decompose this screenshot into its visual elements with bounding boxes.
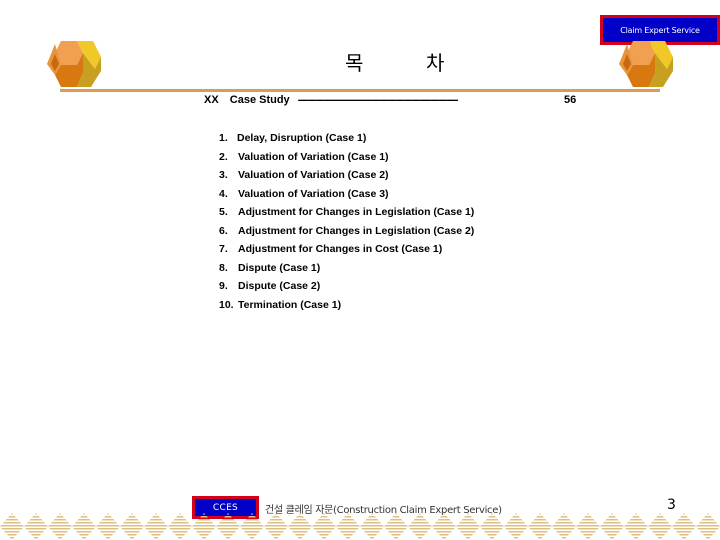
toc-item-number: 4. (219, 187, 228, 200)
toc-item-label: Dispute (Case 1) (238, 261, 321, 274)
toc-item-number: 7. (219, 243, 228, 256)
toc-item-label: Adjustment for Changes in Legislation (C… (238, 206, 475, 219)
toc-item[interactable]: 5. Adjustment for Changes in Legislation … (219, 203, 474, 222)
toc-item-number: 8. (219, 261, 228, 274)
title-divider (60, 89, 660, 92)
toc-list: 1. Delay, Disruption (Case 1) 2. Valuation… (219, 129, 474, 314)
toc-item[interactable]: 2. Valuation of Variation (Case 1) (219, 148, 474, 167)
toc-item[interactable]: 9. Dispute (Case 2) (219, 277, 474, 296)
logo-cube-icon (619, 41, 673, 87)
toc-item-label: Valuation of Variation (Case 3) (238, 187, 389, 200)
toc-item-label: Dispute (Case 2) (238, 280, 321, 293)
toc-section-heading: XX Case Study --------------------------… (204, 94, 584, 106)
toc-item[interactable]: 4. Valuation of Variation (Case 3) (219, 185, 474, 204)
toc-item-number: 10. (219, 298, 234, 311)
toc-item-label: Valuation of Variation (Case 2) (238, 169, 389, 182)
toc-item[interactable]: 1. Delay, Disruption (Case 1) (219, 129, 474, 148)
toc-item-number: 9. (219, 280, 228, 293)
section-title: Case Study (229, 94, 290, 106)
toc-item[interactable]: 6. Adjustment for Changes in Legislation … (219, 222, 474, 241)
dot-leader: ----------------------------------------… (297, 94, 459, 106)
toc-item-number: 2. (219, 150, 228, 163)
toc-item-label: Termination (Case 1) (238, 298, 342, 311)
toc-item[interactable]: 7. Adjustment for Changes in Cost (Case 1… (219, 240, 474, 259)
section-label: XX (204, 94, 219, 106)
toc-item-number: 6. (219, 224, 228, 237)
page-title-part1: 목 (345, 51, 364, 75)
toc-item-number: 1. (219, 132, 228, 145)
toc-item-number: 5. (219, 206, 228, 219)
page-number: 3 (667, 497, 676, 513)
decorative-diamond-border (0, 513, 720, 540)
toc-item[interactable]: 3. Valuation of Variation (Case 2) (219, 166, 474, 185)
toc-item-label: Adjustment for Changes in Legislation (C… (238, 224, 475, 237)
logo-cube-icon (47, 41, 101, 87)
toc-item[interactable]: 8. Dispute (Case 1) (219, 259, 474, 278)
toc-item-label: Delay, Disruption (Case 1) (237, 132, 367, 145)
toc-item-number: 3. (219, 169, 228, 182)
toc-item-label: Valuation of Variation (Case 1) (238, 150, 389, 163)
page-title-part2: 차 (426, 51, 445, 75)
section-page-number: 56 (564, 94, 577, 106)
toc-item[interactable]: 10. Termination (Case 1) (219, 296, 474, 315)
toc-item-label: Adjustment for Changes in Cost (Case 1) (238, 243, 443, 256)
